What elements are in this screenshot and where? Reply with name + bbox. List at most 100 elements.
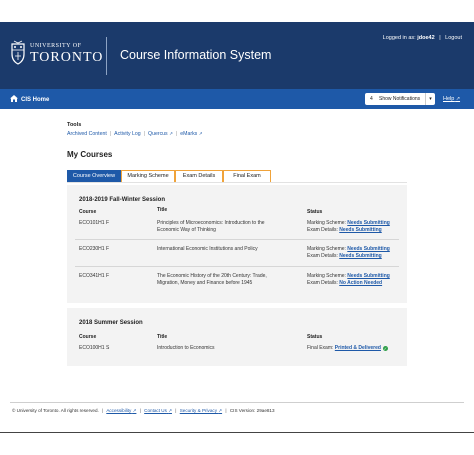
exam-details-status-link[interactable]: No Action Needed	[339, 280, 382, 286]
footer-separator: |	[175, 408, 177, 413]
tools-heading: Tools	[67, 122, 82, 128]
check-circle-icon: ✓	[382, 346, 388, 351]
page-bottom-border	[0, 432, 474, 433]
course-title-line: Economic Way of Thinking	[157, 227, 216, 233]
column-header-title: Title	[157, 207, 168, 213]
cis-home-link[interactable]: CIS Home	[10, 95, 49, 103]
nav-bar: CIS Home 4 Show Notifications ▾ Help ↗	[0, 89, 474, 109]
status-label: Marking Scheme:	[307, 246, 346, 252]
status-label: Marking Scheme:	[307, 273, 346, 279]
cis-version: CIS Version: 29ae813	[229, 408, 275, 413]
home-icon	[10, 95, 18, 102]
status-label: Exam Details:	[307, 280, 338, 286]
course-title-line: Principles of Microeconomics: Introducti…	[157, 220, 265, 226]
tab-marking-scheme[interactable]: Marking Scheme	[121, 170, 175, 182]
logout-link[interactable]: Logout	[445, 35, 462, 41]
notifications-count: 4	[370, 96, 373, 102]
footer: © University of Toronto. All rights rese…	[12, 408, 275, 414]
exam-details-status-link[interactable]: Needs Submitting	[339, 227, 382, 233]
row-divider	[75, 266, 399, 267]
status-label: Final Exam:	[307, 345, 334, 351]
course-code: ECO341H1 F	[79, 273, 110, 279]
cis-home-label: CIS Home	[21, 97, 50, 103]
logged-in-label: Logged in as:	[382, 35, 416, 41]
external-link-icon: ↗	[169, 131, 173, 136]
session-panel-summer: 2018 Summer Session Course Title Status …	[67, 308, 407, 366]
footer-separator: |	[139, 408, 141, 413]
status-label: Exam Details:	[307, 253, 338, 259]
external-link-icon: ↗	[132, 408, 137, 413]
quercus-link[interactable]: Quercus ↗	[148, 131, 173, 137]
notifications-label: Show Notifications	[379, 96, 421, 102]
login-status: Logged in as: jdoe42 | Logout	[383, 35, 462, 41]
course-title: Principles of Microeconomics: Introducti…	[157, 220, 265, 234]
exam-details-status-link[interactable]: Needs Submitting	[339, 253, 382, 259]
external-link-icon: ↗	[455, 96, 461, 102]
course-code: ECO230H1 F	[79, 246, 110, 252]
course-status: Marking Scheme: Needs Submitting Exam De…	[307, 273, 390, 287]
copyright-text: © University of Toronto. All rights rese…	[12, 408, 99, 413]
emarks-label: eMarks	[180, 131, 198, 137]
session-title: 2018 Summer Session	[79, 320, 143, 326]
course-status: Final Exam: Printed & Delivered ✓	[307, 345, 388, 352]
accessibility-label: Accessibility	[106, 408, 132, 413]
tools-separator: |	[143, 131, 146, 137]
username: jdoe42	[417, 35, 435, 41]
accessibility-link[interactable]: Accessibility ↗	[106, 408, 136, 413]
external-link-icon: ↗	[218, 408, 223, 413]
crest-icon	[11, 40, 25, 65]
course-title-line: Migration, Money and Finance before 1945	[157, 280, 253, 286]
login-separator: |	[439, 35, 441, 41]
tools-separator: |	[175, 131, 178, 137]
tab-final-exam[interactable]: Final Exam	[223, 170, 271, 182]
chevron-down-icon[interactable]: ▾	[425, 93, 435, 105]
help-label: Help	[443, 96, 455, 102]
status-label: Marking Scheme:	[307, 220, 346, 226]
top-margin	[0, 0, 474, 22]
external-link-icon: ↗	[168, 408, 172, 413]
contact-us-link[interactable]: Contact Us ↗	[144, 408, 172, 413]
header-divider	[106, 37, 107, 75]
column-header-course: Course	[79, 334, 97, 340]
footer-divider	[10, 402, 464, 403]
app-title: Course Information System	[120, 48, 272, 62]
emarks-link[interactable]: eMarks ↗	[180, 131, 202, 137]
column-header-title: Title	[157, 334, 168, 340]
external-link-icon: ↗	[198, 131, 203, 136]
security-privacy-link[interactable]: Security & Privacy ↗	[180, 408, 222, 413]
marking-scheme-status-link[interactable]: Needs Submitting	[347, 246, 390, 252]
final-exam-status-link[interactable]: Printed & Delivered	[335, 345, 381, 351]
university-logo[interactable]: UNIVERSITY OF TORONTO	[10, 40, 104, 72]
column-header-status: Status	[307, 334, 323, 340]
course-code: ECO101H1 F	[79, 220, 110, 226]
status-label: Exam Details:	[307, 227, 338, 233]
course-status: Marking Scheme: Needs Submitting Exam De…	[307, 246, 390, 260]
marking-scheme-status-link[interactable]: Needs Submitting	[347, 220, 390, 226]
marking-scheme-status-link[interactable]: Needs Submitting	[347, 273, 390, 279]
help-link[interactable]: Help ↗	[443, 96, 460, 102]
column-header-course: Course	[79, 209, 97, 215]
session-title: 2018-2019 Fall-Winter Session	[79, 197, 165, 203]
security-privacy-label: Security & Privacy	[179, 408, 218, 413]
logo-toronto: TORONTO	[30, 50, 104, 65]
course-title: Introduction to Economics	[157, 345, 215, 351]
quercus-label: Quercus	[148, 131, 168, 137]
activity-log-link[interactable]: Activity Log	[114, 131, 141, 137]
course-code: ECO100H1 S	[79, 345, 110, 351]
my-courses-heading: My Courses	[67, 150, 113, 159]
course-status: Marking Scheme: Needs Submitting Exam De…	[307, 220, 390, 234]
session-panel-fall-winter: 2018-2019 Fall-Winter Session Course Tit…	[67, 185, 407, 303]
tools-separator: |	[109, 131, 112, 137]
tools-links: Archived Content | Activity Log | Quercus ↗ |…	[67, 131, 203, 137]
notifications-dropdown[interactable]: 4 Show Notifications ▾	[365, 93, 435, 105]
tab-underline	[67, 182, 407, 183]
tab-exam-details[interactable]: Exam Details	[175, 170, 223, 182]
footer-separator: |	[225, 408, 227, 413]
archived-content-link[interactable]: Archived Content	[67, 131, 107, 137]
tab-course-overview[interactable]: Course Overview	[67, 170, 121, 182]
footer-separator: |	[102, 408, 104, 413]
row-divider	[75, 239, 399, 240]
course-title: The Economic History of the 20th Century…	[157, 273, 267, 287]
course-title: International Economic Institutions and …	[157, 246, 258, 252]
course-title-line: The Economic History of the 20th Century…	[157, 273, 267, 279]
